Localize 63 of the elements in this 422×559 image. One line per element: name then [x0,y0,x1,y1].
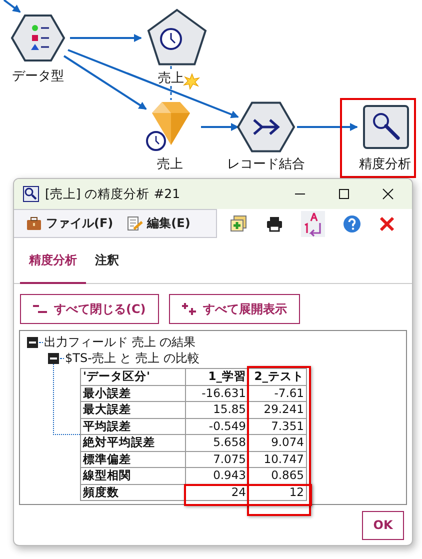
column-header: 2_テスト [249,369,307,386]
table-cell: 絶対平均誤差 [81,435,186,452]
briefcase-icon [26,216,42,230]
node-label: 売上 [158,71,184,86]
column-header: 'データ区分' [81,369,186,386]
add-to-stream-icon[interactable] [230,215,248,232]
flow-arrow [3,0,21,13]
node-label: データ型 [12,69,64,84]
table-cell: 平均誤差 [81,418,186,435]
table-cell: 頻度数 [81,484,186,501]
menu-item[interactable]: 編集(E) [127,215,190,232]
collapse-icon [33,304,47,314]
table-cell: 最小誤差 [81,386,186,402]
window-title: [売上] の精度分析 #21 [45,186,180,202]
merge-node[interactable] [236,102,296,152]
collapse-toggle[interactable] [48,352,59,364]
expand-icon [182,303,196,315]
type-node[interactable] [10,14,66,62]
maximize-icon[interactable] [338,188,350,200]
table-cell: 12 [249,484,307,501]
table-cell: 標準偏差 [81,452,186,468]
node-label: 精度分析 [359,157,411,172]
tab[interactable]: 精度分析 [20,238,86,284]
ok-button[interactable]: OK [362,510,404,540]
gem-node[interactable] [146,102,190,151]
flow-arrow [201,123,239,131]
table-cell: -0.549 [186,418,249,435]
table-cell: 0.943 [186,468,249,484]
node-label: レコード結合 [227,157,305,172]
table-cell: 29.241 [249,402,307,418]
table-cell: 7.351 [249,418,307,435]
clock-node[interactable] [147,8,207,66]
flow-arrow [297,123,358,131]
help-icon[interactable] [343,214,361,232]
table-cell: 15.85 [186,402,249,418]
table-cell: 9.074 [249,435,307,452]
menu-item[interactable]: ファイル(F) [26,215,114,232]
print-icon[interactable] [266,216,283,232]
table-cell: 24 [186,484,249,501]
node-label: 売上 [157,157,183,172]
tab[interactable]: 注釈 [86,238,128,284]
table-cell: 線型相関 [81,468,186,484]
table-cell: 5.658 [186,435,249,452]
magnifier-icon [23,186,39,202]
tree-line [53,364,80,435]
flow-arrow [70,34,142,42]
column-header: 1_学習 [186,369,249,386]
analysis-node[interactable] [363,105,409,149]
document-pencil-icon [127,216,144,231]
table-cell: 10.747 [249,452,307,468]
table-cell: -16.631 [186,386,249,402]
tree-label: 出力フィールド 売上 の結果 [44,334,196,350]
table-cell: 最大誤差 [81,402,186,418]
table-cell: 7.075 [186,452,249,468]
expand-all-button[interactable]: すべて展開表示 [168,294,300,324]
sort-icon[interactable] [301,210,325,236]
collapse-toggle[interactable] [27,336,38,348]
spark-icon [182,73,200,90]
tree-label: $TS-売上 と 売上 の比較 [65,350,200,366]
table-cell: 0.865 [249,468,307,484]
collapse-all-button[interactable]: すべて閉じる(C) [20,294,159,324]
table-cell: -7.61 [249,386,307,402]
close-icon[interactable] [382,188,394,200]
